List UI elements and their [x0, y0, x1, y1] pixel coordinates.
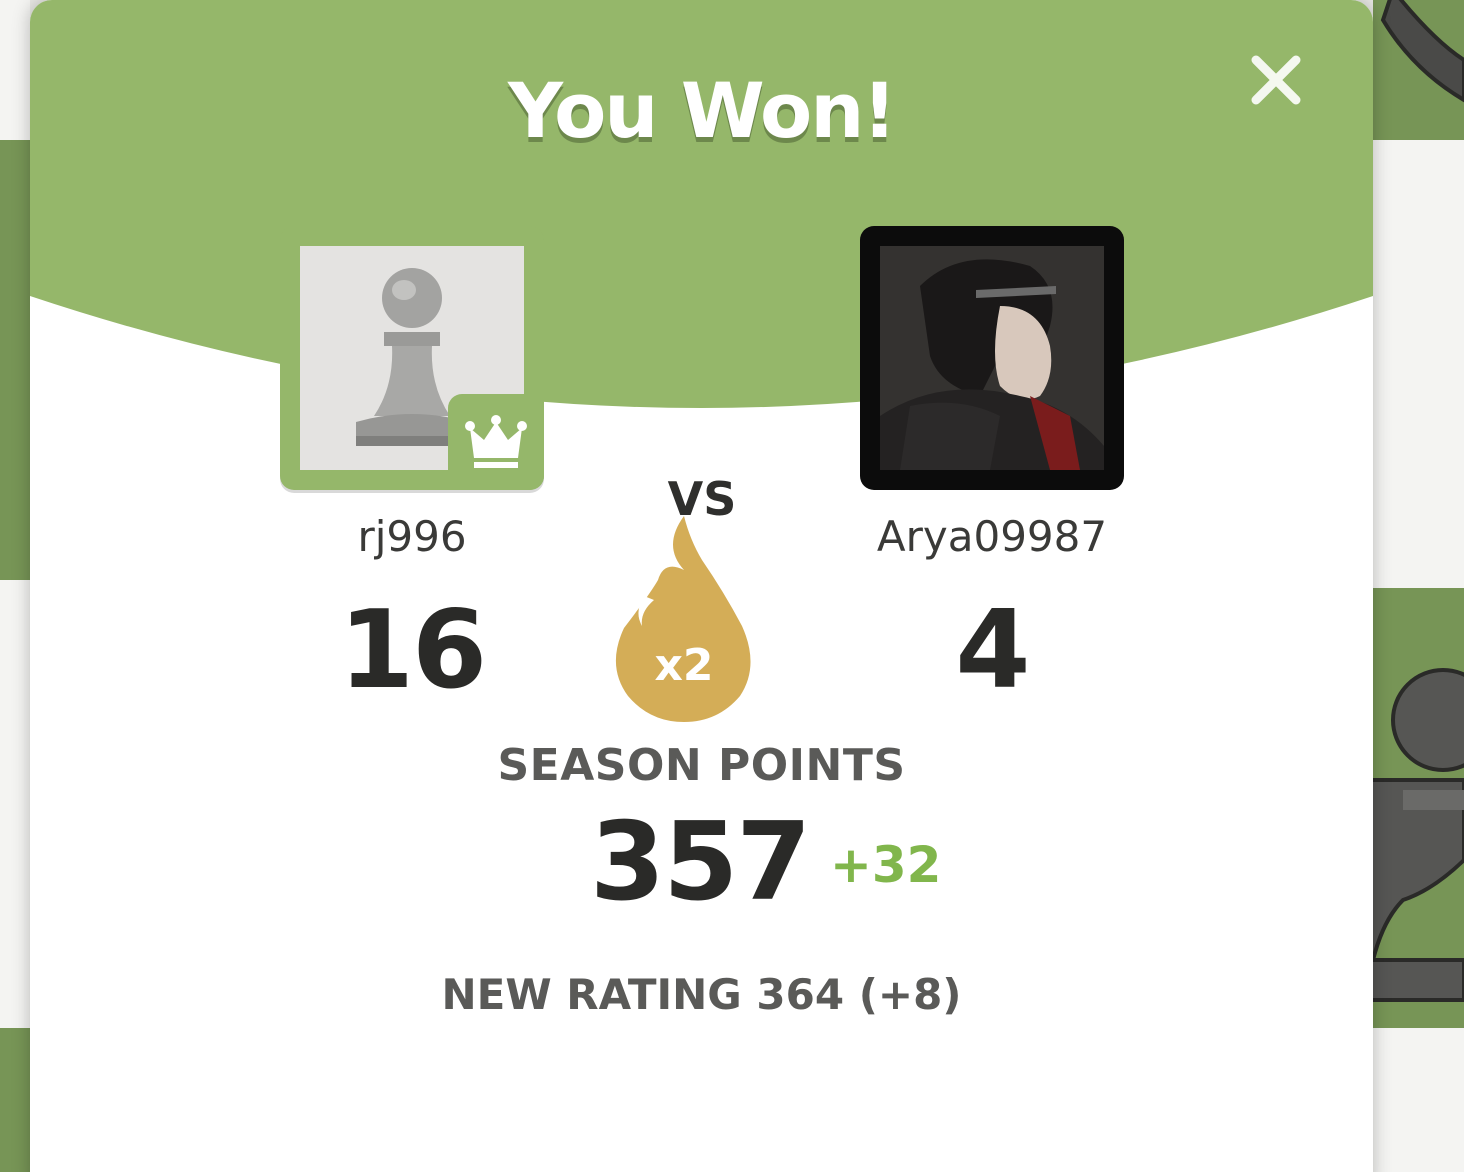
- player-score-right: 4: [955, 588, 1030, 713]
- player-avatar-right[interactable]: [860, 226, 1124, 490]
- game-over-modal: You Won! rj996 VS Arya09987 16 x2 4 SEAS…: [30, 0, 1373, 1172]
- board-square: [1373, 140, 1464, 588]
- header-background: [30, 0, 1373, 408]
- board-square: [1373, 1028, 1464, 1172]
- player-username-right[interactable]: Arya09987: [842, 512, 1142, 561]
- season-points-label: SEASON POINTS: [497, 740, 906, 791]
- flame-icon: [615, 516, 751, 722]
- game-result-title: You Won!: [508, 66, 897, 155]
- board-square: [0, 0, 30, 140]
- crown-icon: [465, 415, 527, 468]
- season-points-value: 357: [590, 800, 811, 925]
- player-score-left: 16: [338, 588, 487, 713]
- board-piece-icon: [1380, 0, 1464, 103]
- close-button[interactable]: [1248, 52, 1304, 108]
- profile-picture-icon: [880, 246, 1104, 470]
- board-square: [0, 1028, 30, 1172]
- board-piece-icon: [1373, 668, 1464, 1002]
- user-avatar-image: [880, 246, 1104, 470]
- player-avatar-left[interactable]: [280, 226, 544, 490]
- new-rating-text: NEW RATING 364 (+8): [441, 970, 962, 1019]
- multiplier-label: x2: [654, 640, 714, 691]
- season-points-delta: +32: [830, 836, 942, 894]
- close-icon[interactable]: [1248, 52, 1304, 108]
- board-square: [0, 140, 30, 580]
- player-username-left[interactable]: rj996: [262, 512, 562, 561]
- board-square: [0, 580, 30, 1028]
- winner-badge: [448, 394, 544, 490]
